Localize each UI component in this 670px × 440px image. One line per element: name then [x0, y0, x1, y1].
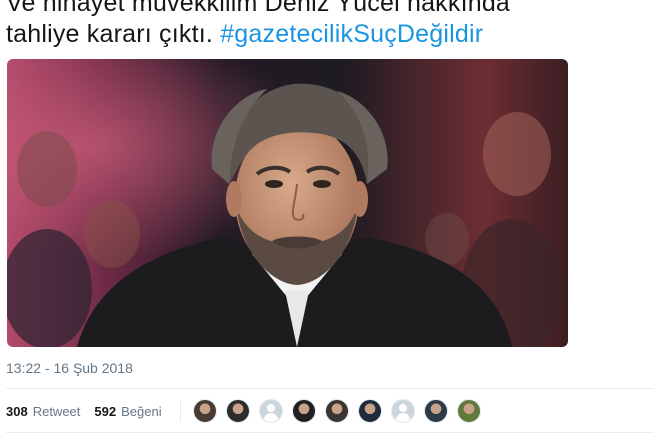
like-count: 592 — [94, 403, 117, 419]
default-avatar-icon[interactable] — [390, 399, 415, 423]
like-count-link[interactable]: 592 Beğeni — [94, 404, 161, 419]
liker-avatar[interactable] — [291, 399, 316, 423]
tweet-text-line-2: tahliye kararı çıktı. #gazetecilikSuçDeğ… — [6, 19, 646, 50]
retweet-label: Retweet — [32, 403, 81, 419]
tweet-photo[interactable] — [7, 59, 568, 347]
tweet-text-line-2-body: tahliye kararı çıktı. — [6, 20, 221, 48]
portrait-photo — [7, 59, 568, 347]
liker-avatar[interactable] — [456, 399, 481, 423]
engagement-stats: 308 Retweet 592 Beğeni — [6, 399, 490, 423]
liker-avatar[interactable] — [324, 399, 349, 423]
hashtag-link[interactable]: #gazetecilikSuçDeğildir — [220, 20, 483, 48]
liker-avatar[interactable] — [423, 399, 448, 423]
retweet-count-link[interactable]: 308 Retweet — [6, 404, 80, 419]
liker-avatar[interactable] — [192, 399, 217, 423]
tweet-timestamp[interactable]: 13:22 - 16 Şub 2018 — [6, 360, 133, 376]
liker-avatar[interactable] — [357, 399, 382, 423]
stats-separator — [179, 400, 181, 422]
retweet-count: 308 — [6, 403, 28, 419]
liker-avatars — [192, 399, 490, 423]
divider-top — [6, 388, 654, 389]
tweet-text-line-1: Ve nihayet müvekkilim Deniz Yücel hakkın… — [6, 0, 511, 17]
divider-bottom — [6, 432, 654, 433]
default-avatar-icon[interactable] — [258, 399, 283, 423]
tweet-text: Ve nihayet müvekkilim Deniz Yücel hakkın… — [6, 0, 646, 50]
like-label: Beğeni — [121, 403, 162, 419]
liker-avatar[interactable] — [225, 399, 250, 423]
